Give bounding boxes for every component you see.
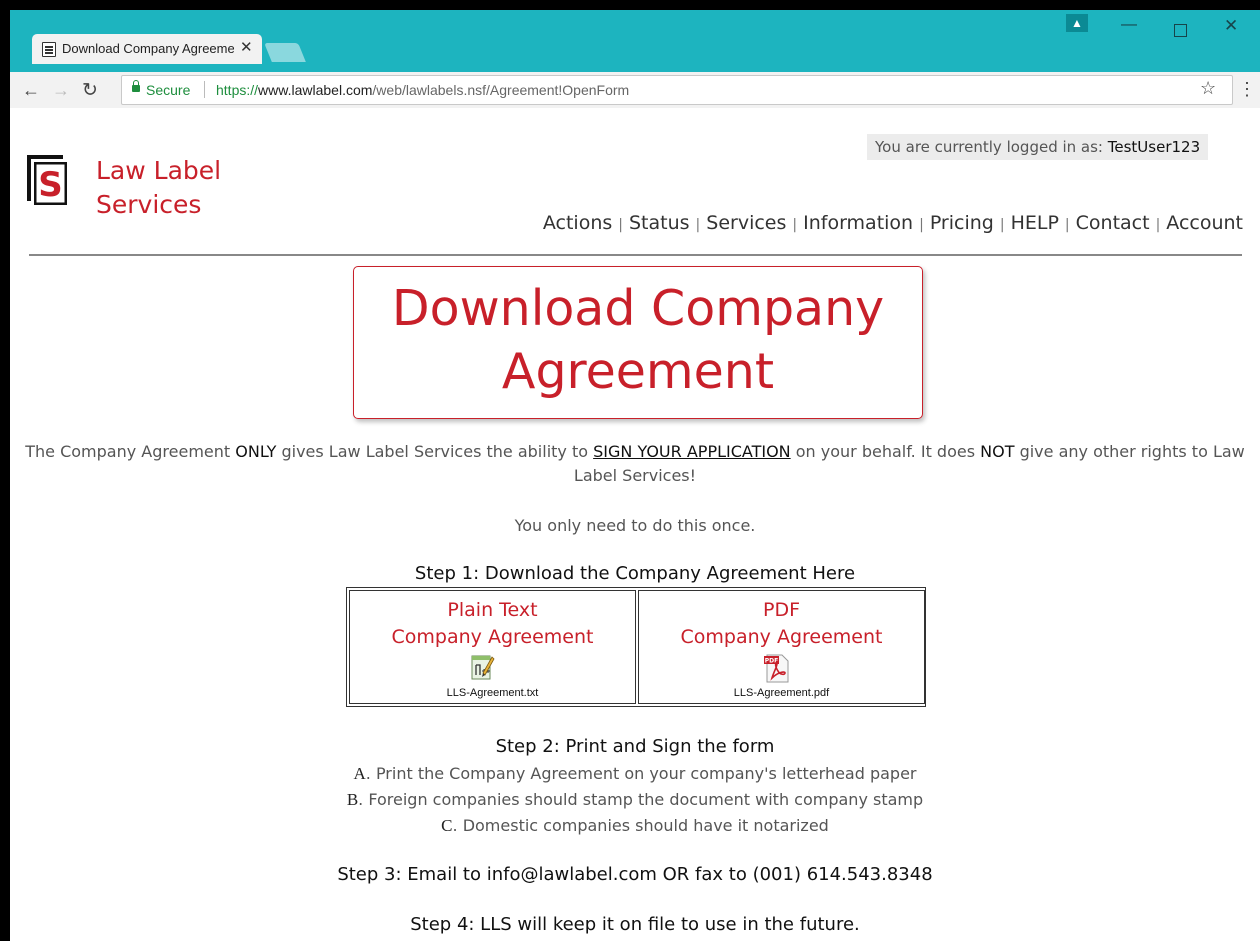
header-divider (29, 254, 1242, 256)
download-table: Plain Text Company Agreement LLS-Agreeme… (346, 587, 926, 707)
download-txt-filename: LLS-Agreement.txt (446, 687, 539, 699)
download-pdf-filename: LLS-Agreement.pdf (733, 687, 830, 699)
nav-account[interactable]: Account (1166, 212, 1243, 234)
step-2-heading: Step 2: Print and Sign the form (495, 736, 775, 757)
address-divider (204, 81, 205, 98)
forward-arrow-icon[interactable]: → (52, 80, 70, 101)
nav-contact[interactable]: Contact (1076, 212, 1150, 234)
page-title: Download Company Agreement (353, 266, 923, 419)
intro-paragraph: The Company Agreement ONLY gives Law Lab… (10, 440, 1260, 488)
nav-separator: | (618, 217, 623, 233)
close-tab-icon[interactable]: ✕ (240, 38, 253, 56)
main-nav: Actions | Status | Services | Information | Pric… (543, 212, 1243, 234)
nav-separator: | (695, 217, 701, 233)
instruction-a: A. Print the Company Agreement on your c… (10, 764, 1260, 784)
instruction-a-letter: A (353, 764, 366, 783)
logo-letter: S (38, 165, 63, 205)
intro-text-1: The Company Agreement (25, 442, 236, 461)
bookmark-star-icon[interactable]: ☆ (1200, 78, 1216, 99)
site-logo-text[interactable]: Law Label Services (96, 154, 221, 222)
instruction-c-letter: C (441, 816, 453, 835)
pdf-icon: PDF (764, 654, 789, 683)
browser-toolbar: ← → ↻ Secure https://www.lawlabel.com/we… (10, 72, 1260, 109)
tab-title: Download Company Agreement (62, 41, 234, 56)
url-host: www.lawlabel.com (258, 82, 373, 98)
instruction-b: B. Foreign companies should stamp the do… (10, 790, 1260, 810)
nav-pricing[interactable]: Pricing (930, 212, 994, 234)
nav-separator: | (792, 217, 798, 233)
intro-only: ONLY (235, 442, 277, 461)
download-txt-line-2: Company Agreement (391, 626, 594, 648)
title-line-1: Download Company (391, 280, 885, 337)
step-3-heading: Step 3: Email to info@lawlabel.com OR fa… (337, 864, 933, 885)
secure-label: Secure (146, 82, 191, 98)
step-4-heading: Step 4: LLS will keep it on file to use … (410, 914, 860, 935)
tab-download-company-agreement[interactable]: Download Company Agreement ✕ (32, 34, 262, 64)
browser-menu-icon[interactable]: ⋮ (1238, 79, 1256, 100)
step-1-heading: Step 1: Download the Company Agreement H… (414, 563, 856, 584)
nav-separator: | (919, 217, 924, 233)
username: TestUser123 (1107, 138, 1201, 156)
nav-information[interactable]: Information (803, 212, 913, 234)
download-plain-text[interactable]: Plain Text Company Agreement LLS-Agreeme… (349, 590, 636, 704)
download-pdf[interactable]: PDF Company Agreement PDF LLS-Agreement.… (638, 590, 925, 704)
logo-line-2: Services (96, 190, 202, 219)
intro-text-3: on your behalf. It does (790, 442, 981, 461)
address-bar[interactable]: Secure https://www.lawlabel.com/web/lawl… (121, 75, 1233, 105)
nav-separator: | (999, 217, 1005, 233)
download-pdf-line-1: PDF (762, 599, 801, 621)
nav-status[interactable]: Status (629, 212, 690, 234)
intro-not: NOT (980, 442, 1015, 461)
login-prefix: You are currently logged in as: (875, 138, 1103, 156)
page-content: You are currently logged in as: TestUser… (10, 108, 1260, 941)
intro-sign: SIGN YOUR APPLICATION (593, 442, 791, 461)
once-note: You only need to do this once. (514, 516, 756, 535)
download-txt-line-1: Plain Text (447, 599, 538, 621)
minimize-icon[interactable]: — (1121, 16, 1137, 34)
reload-icon[interactable]: ↻ (82, 79, 98, 102)
nav-separator: | (1064, 217, 1070, 233)
notepad-plus-icon (471, 655, 495, 680)
instruction-c-text: . Domestic companies should have it nota… (452, 816, 829, 835)
logo-icon[interactable]: S (27, 155, 67, 205)
new-tab-button[interactable] (264, 43, 306, 62)
nav-separator: | (1155, 217, 1161, 233)
maximize-icon[interactable] (1174, 24, 1187, 37)
instruction-c: C. Domestic companies should have it not… (10, 816, 1260, 836)
download-pdf-line-2: Company Agreement (680, 626, 883, 648)
title-line-2: Agreement (501, 343, 775, 400)
nav-help[interactable]: HELP (1011, 212, 1059, 234)
logo-line-1: Law Label (96, 156, 222, 185)
instruction-b-text: . Foreign companies should stamp the doc… (358, 790, 924, 809)
profile-icon[interactable]: ▲ (1066, 14, 1088, 32)
instruction-a-text: . Print the Company Agreement on your co… (365, 764, 917, 783)
tab-strip: Download Company Agreement ✕ ▲ — ✕ (10, 10, 1260, 72)
login-status: You are currently logged in as: TestUser… (867, 134, 1209, 160)
url-path: /web/lawlabels.nsf/Agreement!OpenForm (372, 82, 630, 98)
nav-actions[interactable]: Actions (543, 212, 612, 234)
back-arrow-icon[interactable]: ← (22, 80, 40, 101)
intro-text-2: gives Law Label Services the ability to (276, 442, 594, 461)
page-icon (42, 42, 56, 57)
nav-services[interactable]: Services (706, 212, 786, 234)
browser-window: Download Company Agreement ✕ ▲ — ✕ ← → ↻… (10, 10, 1260, 941)
instruction-b-letter: B (346, 790, 359, 809)
url-scheme: https:// (216, 82, 259, 98)
url-text[interactable]: https://www.lawlabel.com/web/lawlabels.n… (216, 82, 629, 98)
lock-icon (132, 80, 140, 92)
close-window-icon[interactable]: ✕ (1224, 16, 1238, 36)
